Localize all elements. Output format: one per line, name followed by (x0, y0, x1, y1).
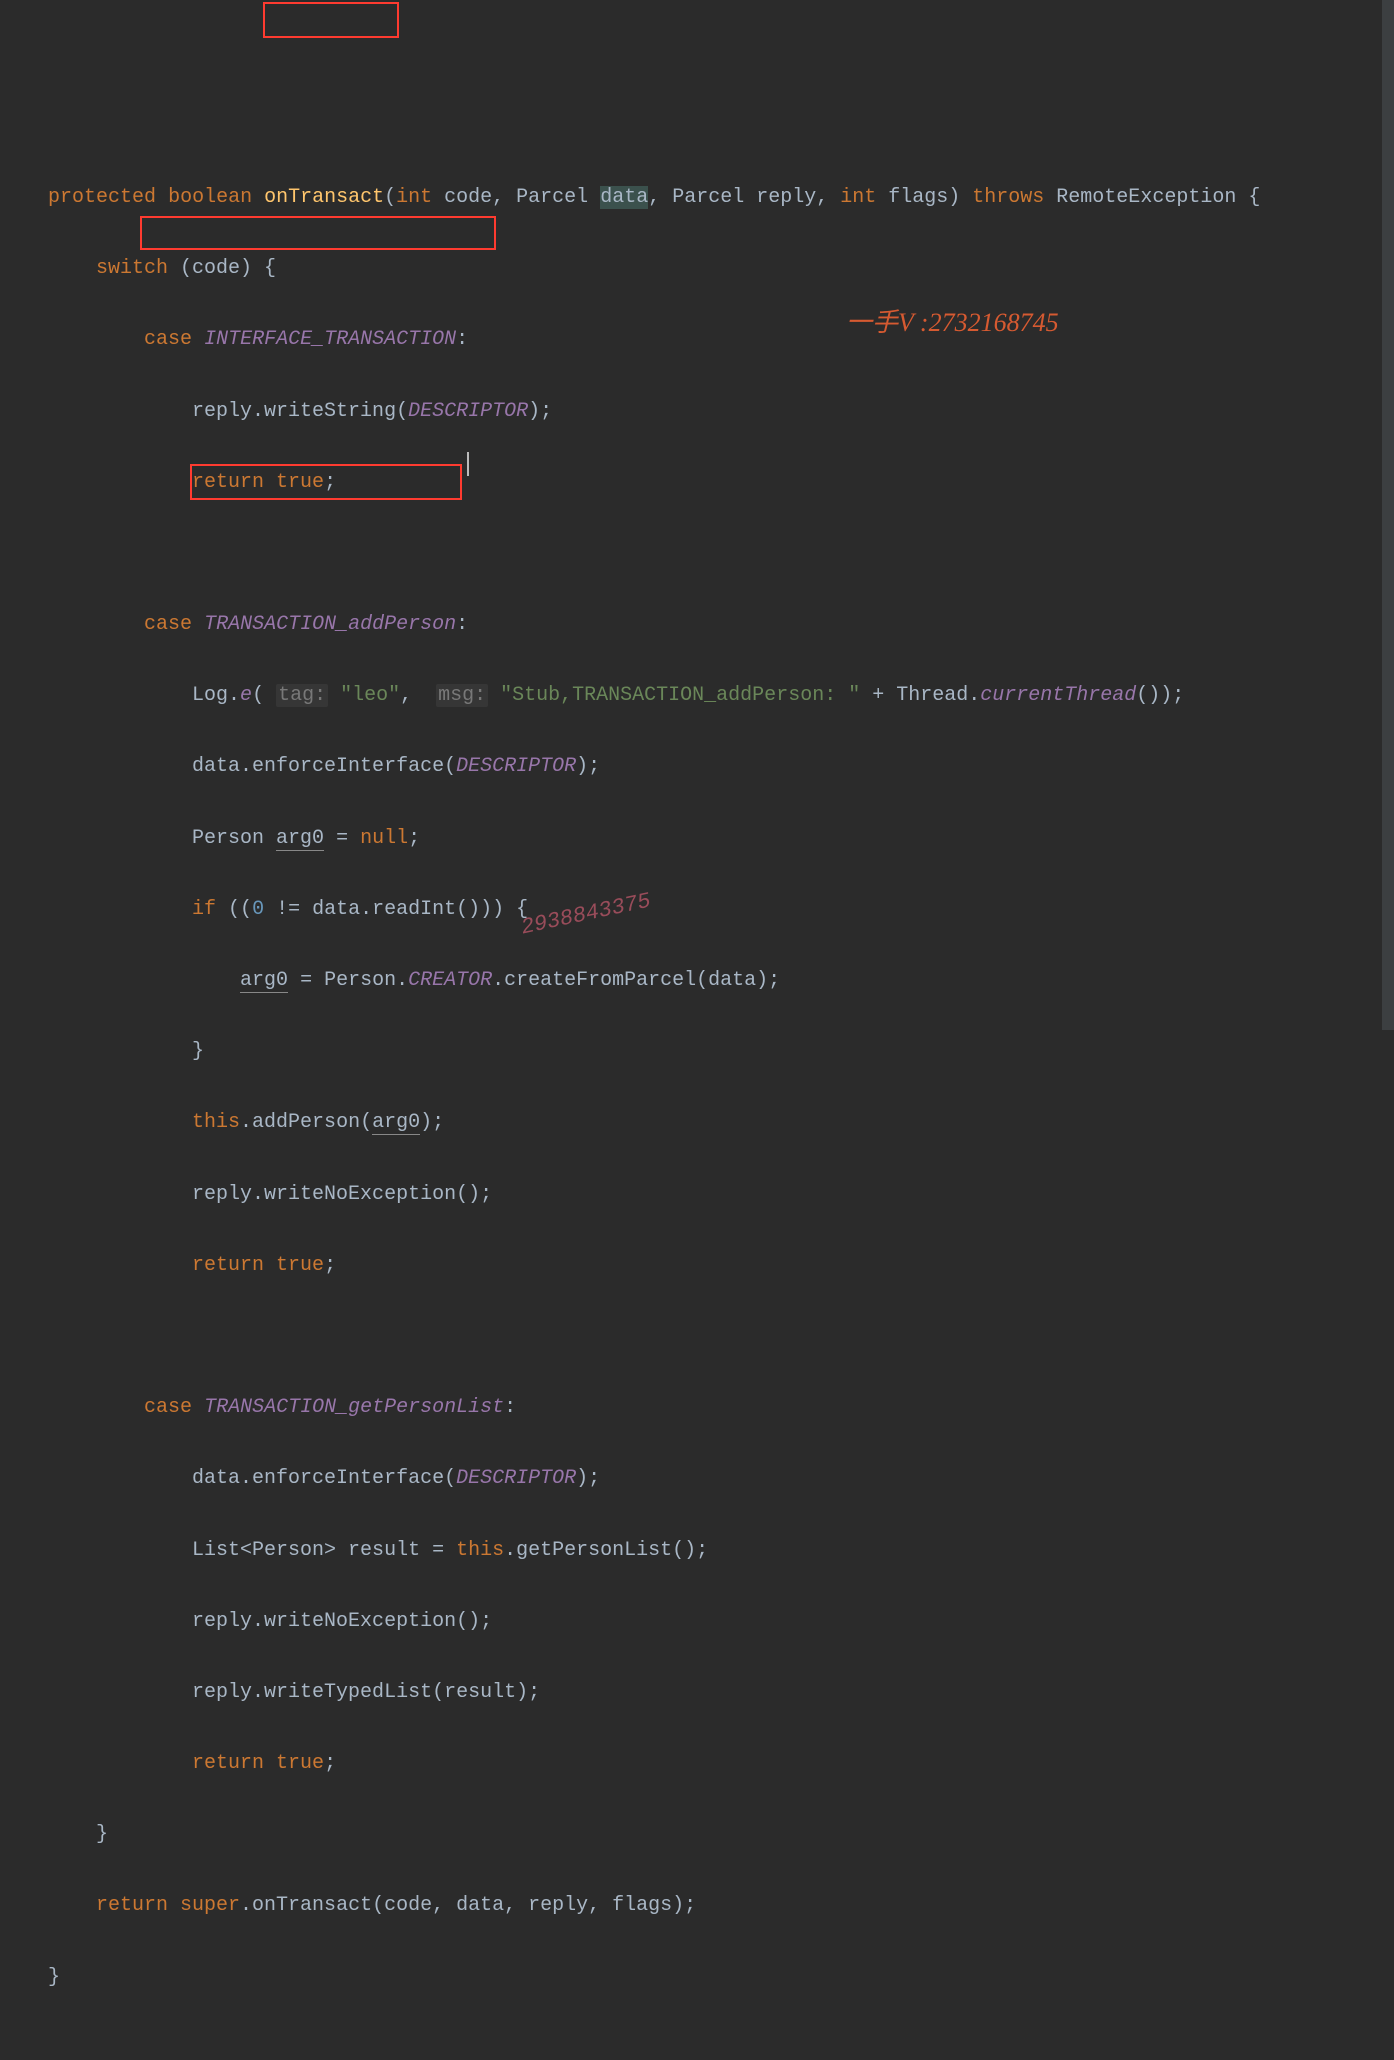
t: , (400, 684, 436, 707)
t: ; (324, 1254, 336, 1277)
t: Parcel (516, 186, 600, 209)
t: .addPerson( (240, 1111, 372, 1134)
t: ); (420, 1111, 444, 1134)
t: code, (432, 186, 516, 209)
t: RemoteException { (1044, 186, 1260, 209)
code-editor[interactable]: protected boolean onTransact ( int code, P… (0, 142, 1394, 2030)
t: flags) (876, 186, 972, 209)
kw-case: case (144, 1396, 192, 1419)
t: ); (576, 1467, 600, 1490)
kw-switch: switch (96, 257, 168, 280)
t: .getPersonList(); (504, 1539, 708, 1562)
const: DESCRIPTOR (456, 1467, 576, 1490)
t: data.enforceInterface( (192, 1467, 456, 1490)
str: "Stub,TRANSACTION_addPerson: " (488, 684, 860, 707)
kw-null: null (360, 827, 408, 850)
t: .onTransact(code, data, reply, flags); (240, 1894, 696, 1917)
kw-case: case (144, 613, 192, 636)
const: DESCRIPTOR (408, 400, 528, 423)
kw-return: return (192, 471, 264, 494)
t: : (504, 1396, 516, 1419)
const: INTERFACE_TRANSACTION (204, 328, 456, 351)
var-arg0: arg0 (372, 1111, 420, 1135)
kw-this: this (192, 1111, 240, 1134)
t: ); (576, 755, 600, 778)
t: = Person. (288, 969, 408, 992)
highlight-box-onTransact (263, 2, 399, 38)
static-m: currentThread (980, 684, 1136, 707)
t: reply.writeNoException(); (192, 1183, 492, 1206)
t: Person (192, 827, 276, 850)
const: DESCRIPTOR (456, 755, 576, 778)
kw-true: true (264, 1254, 324, 1277)
t: ( (252, 684, 276, 707)
kw-case: case (144, 328, 192, 351)
t: ()); (1136, 684, 1184, 707)
kw-this: this (456, 1539, 504, 1562)
kw-return: return (192, 1752, 264, 1775)
t: List<Person> result = (192, 1539, 456, 1562)
t: ; (408, 827, 420, 850)
kw-protected: protected (48, 186, 156, 209)
t: : (456, 613, 468, 636)
num: 0 (252, 898, 264, 921)
static-m: e (240, 684, 252, 707)
method-name: onTransact (264, 186, 384, 209)
t: reply.writeString( (192, 400, 408, 423)
kw-return: return (96, 1894, 168, 1917)
t: != data.readInt())) { (264, 898, 528, 921)
brace: } (192, 1040, 204, 1063)
text-cursor-icon (467, 452, 469, 476)
kw-int: int (396, 186, 432, 209)
kw-true: true (264, 1752, 324, 1775)
t: : (456, 328, 468, 351)
scrollbar-track[interactable] (1382, 0, 1394, 1030)
kw-int: int (840, 186, 876, 209)
t: reply.writeTypedList(result); (192, 1681, 540, 1704)
t: Parcel reply, (672, 186, 840, 209)
t: data.enforceInterface( (192, 755, 456, 778)
brace: } (48, 1966, 60, 1989)
t: ; (324, 1752, 336, 1775)
hint-tag: tag: (276, 684, 328, 707)
kw-throws: throws (972, 186, 1044, 209)
kw-return: return (192, 1254, 264, 1277)
const: CREATOR (408, 969, 492, 992)
t: + Thread. (860, 684, 980, 707)
kw-boolean: boolean (168, 186, 252, 209)
t: = (324, 827, 360, 850)
str: "leo" (328, 684, 400, 707)
hint-msg: msg: (436, 684, 488, 707)
brace: } (96, 1823, 108, 1846)
kw-super: super (168, 1894, 240, 1917)
t: Log. (192, 684, 240, 707)
var-arg0: arg0 (276, 827, 324, 851)
t: (( (216, 898, 252, 921)
var-arg0: arg0 (240, 969, 288, 993)
watermark-text: 一手V :2732168745 (846, 300, 1059, 346)
t: ; (324, 471, 336, 494)
t: ); (528, 400, 552, 423)
t: reply.writeNoException(); (192, 1610, 492, 1633)
kw-if: if (192, 898, 216, 921)
const: TRANSACTION_addPerson (204, 613, 456, 636)
t: .createFromParcel(data); (492, 969, 780, 992)
const: TRANSACTION_getPersonList (204, 1396, 504, 1419)
highlight-data: data (600, 186, 648, 209)
kw-true: true (264, 471, 324, 494)
t: , (648, 186, 672, 209)
t: (code) { (168, 257, 276, 280)
